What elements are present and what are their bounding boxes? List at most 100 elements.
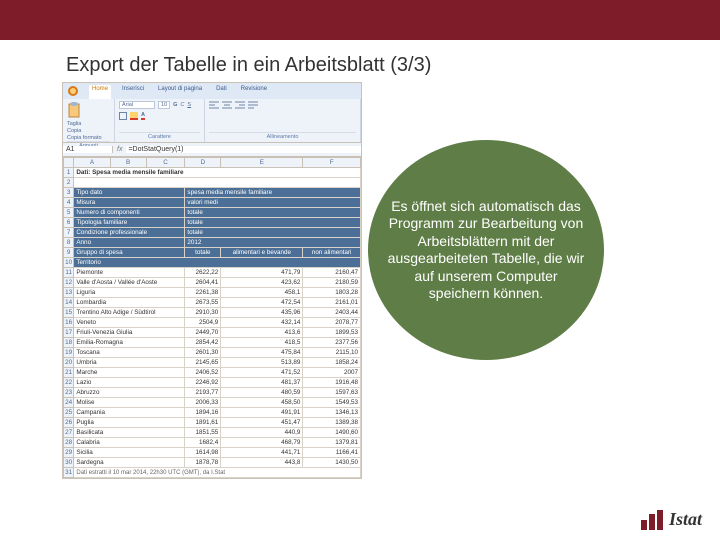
- category-header[interactable]: non alimentari: [303, 248, 361, 258]
- data-title-cell[interactable]: Dati: Spesa media mensile familiare: [74, 168, 361, 178]
- row-number[interactable]: 8: [64, 238, 74, 248]
- value-cell[interactable]: 441,71: [221, 448, 303, 458]
- value-cell[interactable]: 468,79: [221, 438, 303, 448]
- meta-value[interactable]: spesa media mensile familiare: [185, 188, 361, 198]
- col-header[interactable]: B: [110, 158, 146, 168]
- value-cell[interactable]: 2261,38: [185, 288, 221, 298]
- tab-layout[interactable]: Layout di pagina: [155, 85, 205, 99]
- value-cell[interactable]: 1899,53: [303, 328, 361, 338]
- region-name[interactable]: Campania: [74, 408, 185, 418]
- tab-review[interactable]: Revisione: [238, 85, 270, 99]
- meta-label[interactable]: Anno: [74, 238, 185, 248]
- region-name[interactable]: Basilicata: [74, 428, 185, 438]
- row-number[interactable]: 6: [64, 218, 74, 228]
- value-cell[interactable]: 443,8: [221, 458, 303, 468]
- category-header[interactable]: totale: [185, 248, 221, 258]
- row-number[interactable]: 30: [64, 458, 74, 468]
- value-cell[interactable]: 2246,92: [185, 378, 221, 388]
- align-center-icon[interactable]: [222, 101, 232, 109]
- value-cell[interactable]: 2601,30: [185, 348, 221, 358]
- underline-icon[interactable]: S: [187, 102, 191, 108]
- row-number[interactable]: 17: [64, 328, 74, 338]
- row-number[interactable]: 23: [64, 388, 74, 398]
- value-cell[interactable]: 432,14: [221, 318, 303, 328]
- value-cell[interactable]: 1682,4: [185, 438, 221, 448]
- row-number[interactable]: 13: [64, 288, 74, 298]
- row-number[interactable]: 22: [64, 378, 74, 388]
- row-number[interactable]: 25: [64, 408, 74, 418]
- row-number[interactable]: 29: [64, 448, 74, 458]
- font-name[interactable]: Arial: [119, 101, 155, 109]
- value-cell[interactable]: 1166,41: [303, 448, 361, 458]
- col-header[interactable]: E: [221, 158, 303, 168]
- row-number[interactable]: 14: [64, 298, 74, 308]
- value-cell[interactable]: 423,62: [221, 278, 303, 288]
- region-name[interactable]: Abruzzo: [74, 388, 185, 398]
- value-cell[interactable]: 481,37: [221, 378, 303, 388]
- meta-label[interactable]: Tipo dato: [74, 188, 185, 198]
- value-cell[interactable]: 475,84: [221, 348, 303, 358]
- region-name[interactable]: Veneto: [74, 318, 185, 328]
- row-number[interactable]: 21: [64, 368, 74, 378]
- align-left-icon[interactable]: [209, 101, 219, 109]
- meta-label[interactable]: Condizione professionale: [74, 228, 185, 238]
- align-right-icon[interactable]: [235, 101, 245, 109]
- border-icon[interactable]: [119, 112, 127, 120]
- value-cell[interactable]: 413,6: [221, 328, 303, 338]
- category-header[interactable]: alimentari e bevande: [221, 248, 303, 258]
- italic-icon[interactable]: C: [180, 102, 184, 108]
- region-name[interactable]: Toscana: [74, 348, 185, 358]
- value-cell[interactable]: 471,52: [221, 368, 303, 378]
- col-header[interactable]: F: [303, 158, 361, 168]
- row-number[interactable]: 11: [64, 268, 74, 278]
- fx-icon[interactable]: fx: [113, 146, 126, 153]
- row-number[interactable]: 4: [64, 198, 74, 208]
- territorio-label[interactable]: Territorio: [74, 258, 361, 268]
- region-name[interactable]: Valle d'Aosta / Vallée d'Aoste: [74, 278, 185, 288]
- value-cell[interactable]: 1389,38: [303, 418, 361, 428]
- row-number[interactable]: 2: [64, 178, 74, 188]
- region-name[interactable]: Umbria: [74, 358, 185, 368]
- value-cell[interactable]: 513,89: [221, 358, 303, 368]
- value-cell[interactable]: 418,5: [221, 338, 303, 348]
- value-cell[interactable]: 435,96: [221, 308, 303, 318]
- value-cell[interactable]: 471,79: [221, 268, 303, 278]
- meta-label[interactable]: Misura: [74, 198, 185, 208]
- region-name[interactable]: Lazio: [74, 378, 185, 388]
- value-cell[interactable]: 2504,9: [185, 318, 221, 328]
- meta-label[interactable]: Tipologia familiare: [74, 218, 185, 228]
- value-cell[interactable]: 1858,24: [303, 358, 361, 368]
- region-name[interactable]: Sicilia: [74, 448, 185, 458]
- row-number[interactable]: 10: [64, 258, 74, 268]
- value-cell[interactable]: 2115,10: [303, 348, 361, 358]
- value-cell[interactable]: 1894,16: [185, 408, 221, 418]
- value-cell[interactable]: 1379,81: [303, 438, 361, 448]
- tab-home[interactable]: Home: [89, 85, 111, 99]
- row-number[interactable]: 16: [64, 318, 74, 328]
- value-cell[interactable]: 458,1: [221, 288, 303, 298]
- footnote-cell[interactable]: Dati estratti il 10 mar 2014, 22h30 UTC …: [74, 468, 361, 478]
- value-cell[interactable]: 2007: [303, 368, 361, 378]
- value-cell[interactable]: 1851,55: [185, 428, 221, 438]
- value-cell[interactable]: 1891,61: [185, 418, 221, 428]
- row-number[interactable]: 19: [64, 348, 74, 358]
- value-cell[interactable]: 2160,47: [303, 268, 361, 278]
- row-number[interactable]: 26: [64, 418, 74, 428]
- fill-color-icon[interactable]: [130, 112, 138, 120]
- value-cell[interactable]: 2180,59: [303, 278, 361, 288]
- name-box[interactable]: A1: [63, 146, 113, 153]
- value-cell[interactable]: 458,50: [221, 398, 303, 408]
- font-color-icon[interactable]: A: [141, 112, 145, 120]
- value-cell[interactable]: 2910,30: [185, 308, 221, 318]
- meta-value[interactable]: totale: [185, 218, 361, 228]
- value-cell[interactable]: 1803,28: [303, 288, 361, 298]
- value-cell[interactable]: 1346,13: [303, 408, 361, 418]
- value-cell[interactable]: 1597,63: [303, 388, 361, 398]
- row-number[interactable]: 18: [64, 338, 74, 348]
- value-cell[interactable]: 1614,98: [185, 448, 221, 458]
- region-name[interactable]: Trentino Alto Adige / Südtirol: [74, 308, 185, 318]
- value-cell[interactable]: 451,47: [221, 418, 303, 428]
- value-cell[interactable]: 2406,52: [185, 368, 221, 378]
- value-cell[interactable]: 2673,55: [185, 298, 221, 308]
- wrap-text-icon[interactable]: [248, 101, 258, 109]
